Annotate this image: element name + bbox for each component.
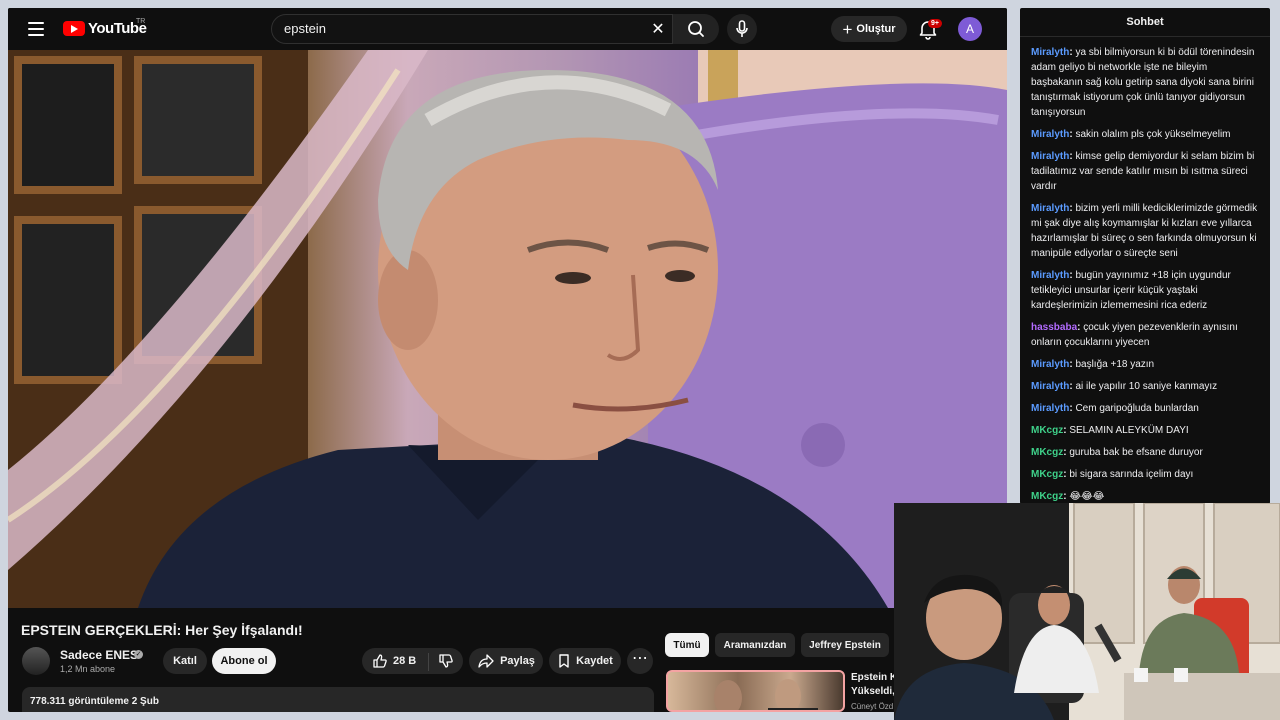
video-title: EPSTEIN GERÇEKLERİ: Her Şey İfşalandı! — [21, 622, 303, 638]
share-icon — [478, 654, 494, 668]
subscriber-count: 1,2 Mn abone — [60, 664, 116, 674]
chat-username[interactable]: Miralyth — [1031, 203, 1069, 214]
webcam-overlay — [894, 503, 1280, 720]
recommended-video-thumbnail[interactable] — [666, 670, 845, 712]
share-button[interactable]: Paylaş — [469, 648, 543, 674]
search-icon — [688, 21, 704, 37]
thumbs-down-icon — [439, 654, 453, 668]
plus-icon: + — [842, 19, 853, 39]
chat-message-list[interactable]: Miralyth: ya sbi bilmiyorsun ki bi ödül … — [1020, 37, 1270, 504]
chat-message: MKcgz: 😂😂😂 — [1031, 489, 1260, 504]
search-button[interactable] — [672, 14, 719, 44]
share-label: Paylaş — [500, 655, 535, 667]
youtube-window: YouTube TR ✕ + Oluştur — [8, 8, 1007, 712]
search-box: ✕ — [271, 14, 719, 44]
chat-username[interactable]: Miralyth — [1031, 47, 1069, 58]
chat-message: MKcgz: guruba bak be efsane duruyor — [1031, 445, 1260, 460]
chat-message: Miralyth: bugün yayınımız +18 için uygun… — [1031, 268, 1260, 313]
bookmark-icon — [559, 654, 569, 668]
chat-username[interactable]: Miralyth — [1031, 129, 1069, 140]
chat-username[interactable]: MKcgz — [1031, 447, 1063, 458]
notification-badge: 9+ — [928, 19, 942, 28]
top-bar: YouTube TR ✕ + Oluştur — [8, 8, 1007, 50]
chat-username[interactable]: Miralyth — [1031, 359, 1069, 370]
chat-message: MKcgz: SELAMIN ALEYKÜM DAYI — [1031, 423, 1260, 438]
youtube-play-icon — [63, 21, 85, 36]
save-label: Kaydet — [576, 655, 613, 667]
search-input[interactable] — [284, 21, 624, 36]
thumbnail-image — [714, 679, 818, 710]
chat-message: Miralyth: ai ile yapılır 10 saniye kanma… — [1031, 379, 1260, 394]
chat-message: Miralyth: bizim yerli milli kediciklerim… — [1031, 201, 1260, 261]
video-player[interactable] — [8, 50, 1007, 608]
chat-message: hassbaba: çocuk yiyen pezevenklerin aynı… — [1031, 320, 1260, 350]
chip-all[interactable]: Tümü — [665, 633, 709, 657]
chat-username[interactable]: MKcgz — [1031, 425, 1063, 436]
chat-text: Cem garipoğluda bunlardan — [1075, 403, 1199, 414]
video-frame — [8, 50, 1007, 608]
more-actions-button[interactable]: ⋯ — [627, 648, 653, 674]
views-and-date: 778.311 görüntüleme 2 Şub — [30, 696, 159, 707]
chat-message: Miralyth: sakin olalım pls çok yükselmey… — [1031, 127, 1260, 142]
chat-text: 😂😂😂 — [1069, 491, 1105, 502]
chat-panel: Sohbet Miralyth: ya sbi bilmiyorsun ki b… — [1020, 8, 1270, 504]
chat-username[interactable]: MKcgz — [1031, 469, 1063, 480]
chip-jeffrey-epstein[interactable]: Jeffrey Epstein — [801, 633, 889, 657]
chat-text: başlığa +18 yazın — [1075, 359, 1155, 370]
chat-message: Miralyth: Cem garipoğluda bunlardan — [1031, 401, 1260, 416]
chat-username[interactable]: MKcgz — [1031, 491, 1063, 502]
chat-message: Miralyth: kimse gelip demiyordur ki sela… — [1031, 149, 1260, 194]
chat-message: Miralyth: başlığa +18 yazın — [1031, 357, 1260, 372]
description-box[interactable]: 778.311 görüntüleme 2 Şub — [22, 687, 654, 712]
chat-text: sakin olalım pls çok yükselmeyelim — [1075, 129, 1231, 140]
create-button[interactable]: + Oluştur — [831, 16, 907, 42]
chat-message: Miralyth: ya sbi bilmiyorsun ki bi ödül … — [1031, 45, 1260, 120]
clear-search-icon[interactable]: ✕ — [650, 22, 666, 38]
channel-name[interactable]: Sadece ENES — [60, 648, 138, 662]
microphone-icon — [736, 20, 748, 37]
chat-text: SELAMIN ALEYKÜM DAYI — [1069, 425, 1189, 436]
chat-text: guruba bak be efsane duruyor — [1069, 447, 1203, 458]
webcam-frame — [894, 503, 1280, 720]
dislike-button[interactable] — [429, 648, 463, 674]
chat-username[interactable]: Miralyth — [1031, 270, 1069, 281]
chat-text: bi sigara sarında içelim dayı — [1069, 469, 1194, 480]
chat-username[interactable]: Miralyth — [1031, 403, 1069, 414]
account-avatar[interactable]: A — [958, 17, 982, 41]
create-label: Oluştur — [856, 23, 896, 35]
chat-username[interactable]: hassbaba — [1031, 322, 1077, 333]
like-count: 28 B — [393, 655, 417, 667]
save-button[interactable]: Kaydet — [549, 648, 621, 674]
channel-avatar[interactable] — [22, 647, 50, 675]
join-button[interactable]: Katıl — [163, 648, 207, 674]
chat-username[interactable]: Miralyth — [1031, 381, 1069, 392]
country-code: TR — [136, 18, 146, 25]
verified-check-icon: ✓ — [134, 650, 143, 659]
youtube-logo[interactable]: YouTube — [63, 20, 147, 37]
subscribe-button[interactable]: Abone ol — [212, 648, 276, 674]
chat-message: MKcgz: bi sigara sarında içelim dayı — [1031, 467, 1260, 482]
chat-username[interactable]: Miralyth — [1031, 151, 1069, 162]
chip-from-your-search[interactable]: Aramanızdan — [715, 633, 795, 657]
thumbs-up-icon — [373, 654, 387, 668]
chat-text: ai ile yapılır 10 saniye kanmayız — [1075, 381, 1218, 392]
chat-header: Sohbet — [1020, 8, 1270, 37]
voice-search-button[interactable] — [727, 14, 757, 44]
menu-icon[interactable] — [28, 22, 44, 36]
